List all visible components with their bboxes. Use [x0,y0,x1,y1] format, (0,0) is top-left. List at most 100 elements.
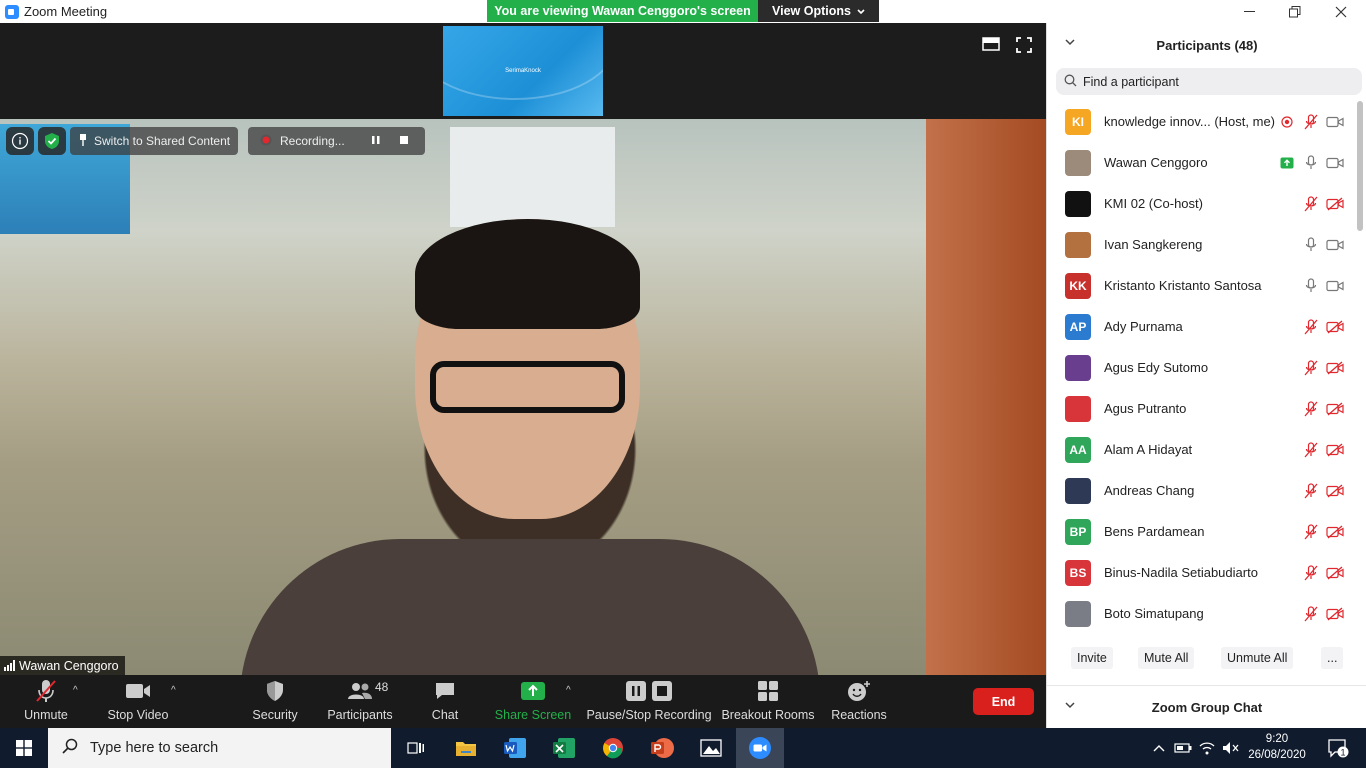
participant-name: knowledge innov... (Host, me) [1104,114,1275,129]
unmute-all-button[interactable]: Unmute All [1221,647,1294,669]
wifi-icon[interactable] [1196,728,1218,768]
microphone-icon[interactable] [1302,236,1320,254]
chat-button[interactable]: Chat [425,675,465,728]
microsoft-powerpoint-icon[interactable] [638,728,686,768]
video-off-icon[interactable] [1326,195,1344,213]
meeting-toolbar: Unmute ^ Stop Video ^ Security 48 Partic… [0,675,1046,728]
speaker-shirt [240,539,820,675]
google-chrome-icon[interactable] [589,728,637,768]
switch-to-shared-content-label: Switch to Shared Content [94,134,231,148]
microphone-icon[interactable] [1302,154,1320,172]
participant-row[interactable]: AP Ady Purnama [1047,306,1357,347]
share-options-caret-icon[interactable]: ^ [566,685,571,696]
video-off-icon[interactable] [1326,482,1344,500]
view-mode-icon[interactable] [982,37,1000,55]
maximize-button[interactable] [1272,0,1318,23]
video-on-icon[interactable] [1326,113,1344,131]
unmute-button[interactable]: Unmute [18,675,74,728]
view-options-button[interactable]: View Options [758,0,879,22]
show-hidden-icons-chevron-icon[interactable] [1148,728,1170,768]
microphone-muted-icon[interactable] [1302,605,1320,623]
minimize-button[interactable] [1226,0,1272,23]
stop-video-button[interactable]: Stop Video [104,675,172,728]
microphone-muted-icon[interactable] [1302,359,1320,377]
stop-video-label: Stop Video [107,708,169,722]
video-off-icon[interactable] [1326,523,1344,541]
video-off-icon[interactable] [1326,605,1344,623]
microsoft-excel-icon[interactable] [540,728,588,768]
participant-row[interactable]: Wawan Cenggoro [1047,142,1357,183]
participant-row[interactable]: Ivan Sangkereng [1047,224,1357,265]
participant-row[interactable]: KMI 02 (Co-host) [1047,183,1357,224]
task-view-icon[interactable] [392,728,440,768]
chat-collapse-chevron-icon[interactable] [1065,700,1075,712]
microphone-muted-icon[interactable] [1302,564,1320,582]
share-screen-button[interactable]: Share Screen [495,675,571,728]
encryption-shield-icon[interactable] [38,127,66,155]
stop-recording-icon[interactable] [399,134,409,148]
pin-icon [78,133,88,150]
video-camera-icon [125,678,151,704]
taskbar-clock[interactable]: 9:20 26/08/2020 [1242,731,1312,763]
participant-search-input[interactable]: Find a participant [1056,68,1362,95]
microphone-muted-icon[interactable] [1302,113,1320,131]
participant-row[interactable]: Agus Edy Sutomo [1047,347,1357,388]
microphone-muted-icon[interactable] [1302,195,1320,213]
participant-row[interactable]: BP Bens Pardamean [1047,511,1357,552]
windows-start-icon[interactable] [0,728,48,768]
shared-screen-thumbnail[interactable]: SerimaKnock [443,26,603,116]
participant-row[interactable]: BS Binus-Nadila Setiabudiarto [1047,552,1357,593]
audio-options-caret-icon[interactable]: ^ [73,685,78,696]
reactions-button[interactable]: Reactions [830,675,888,728]
taskbar-search-placeholder: Type here to search [90,740,219,756]
participant-avatar [1065,190,1091,217]
pause-recording-icon[interactable] [371,134,381,148]
microsoft-word-icon[interactable] [491,728,539,768]
video-on-icon[interactable] [1326,277,1344,295]
microphone-muted-icon[interactable] [1302,441,1320,459]
participant-row[interactable]: AA Alam A Hidayat [1047,429,1357,470]
microphone-muted-icon[interactable] [1302,318,1320,336]
video-off-icon[interactable] [1326,318,1344,336]
microphone-icon[interactable] [1302,277,1320,295]
video-off-icon[interactable] [1326,441,1344,459]
participant-row[interactable]: Boto Simatupang [1047,593,1357,634]
pause-stop-recording-button[interactable]: Pause/Stop Recording [586,675,712,728]
taskbar-search-box[interactable]: Type here to search [48,728,391,768]
participant-row[interactable]: Agus Putranto [1047,388,1357,429]
close-button[interactable] [1318,0,1364,23]
video-on-icon[interactable] [1326,236,1344,254]
zoom-taskbar-icon[interactable] [736,728,784,768]
participant-row[interactable]: Andreas Chang [1047,470,1357,511]
file-explorer-icon[interactable] [442,728,490,768]
video-off-icon[interactable] [1326,564,1344,582]
muted-microphone-icon [34,678,58,704]
collapse-chevron-icon[interactable] [1065,37,1075,49]
zoom-group-chat-header[interactable]: Zoom Group Chat [1047,685,1366,728]
photos-app-icon[interactable] [687,728,735,768]
video-options-caret-icon[interactable]: ^ [171,685,176,696]
microphone-muted-icon[interactable] [1302,523,1320,541]
microphone-muted-icon[interactable] [1302,482,1320,500]
mute-all-button[interactable]: Mute All [1138,647,1195,669]
breakout-rooms-button[interactable]: Breakout Rooms [721,675,815,728]
security-shield-icon [265,678,285,704]
video-off-icon[interactable] [1326,400,1344,418]
speaker-muted-icon[interactable] [1220,728,1242,768]
microphone-muted-icon[interactable] [1302,400,1320,418]
participant-row[interactable]: KK Kristanto Kristanto Santosa [1047,265,1357,306]
meeting-info-icon[interactable] [6,127,34,155]
invite-button[interactable]: Invite [1071,647,1113,669]
security-button[interactable]: Security [248,675,302,728]
participant-row[interactable]: KI knowledge innov... (Host, me) [1047,101,1357,142]
participant-list-scrollbar[interactable] [1357,101,1363,656]
battery-icon[interactable] [1172,728,1194,768]
participants-button[interactable]: 48 Participants [325,675,395,728]
switch-to-shared-content-button[interactable]: Switch to Shared Content [70,127,238,155]
video-off-icon[interactable] [1326,359,1344,377]
notifications-icon[interactable]: 1 [1318,728,1358,768]
more-options-button[interactable]: ... [1321,647,1344,669]
video-on-icon[interactable] [1326,154,1344,172]
end-meeting-button[interactable]: End [973,688,1034,715]
fullscreen-icon[interactable] [1016,37,1034,55]
